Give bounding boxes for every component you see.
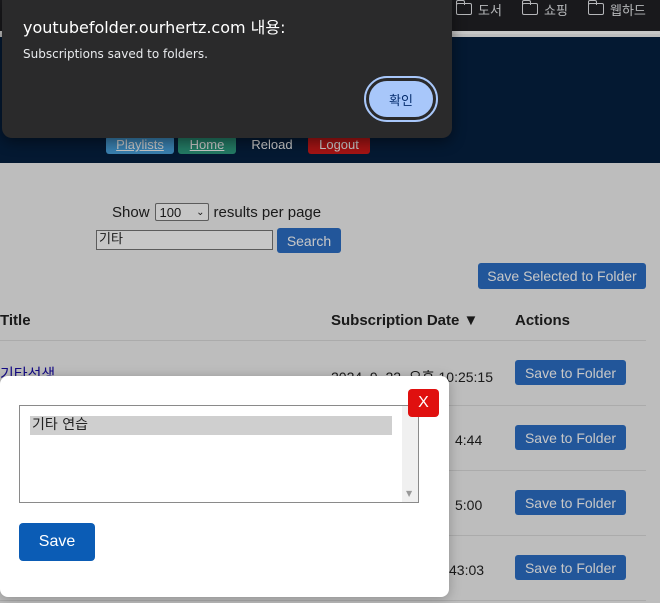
save-to-folder-modal: 기타 연습 ▼ X Save bbox=[0, 376, 449, 597]
folder-option[interactable]: 기타 연습 bbox=[30, 416, 392, 435]
close-button[interactable]: X bbox=[408, 389, 439, 417]
save-button[interactable]: Save bbox=[19, 523, 95, 561]
browser-alert-dialog: youtubefolder.ourhertz.com 내용: Subscript… bbox=[2, 0, 452, 138]
listbox-scrollbar[interactable]: ▼ bbox=[402, 406, 418, 502]
alert-message: Subscriptions saved to folders. bbox=[23, 47, 208, 61]
scroll-down-icon: ▼ bbox=[406, 489, 413, 498]
alert-ok-button[interactable]: 확인 bbox=[364, 76, 438, 122]
folder-listbox[interactable]: 기타 연습 ▼ bbox=[19, 405, 419, 503]
alert-title: youtubefolder.ourhertz.com 내용: bbox=[23, 18, 286, 37]
